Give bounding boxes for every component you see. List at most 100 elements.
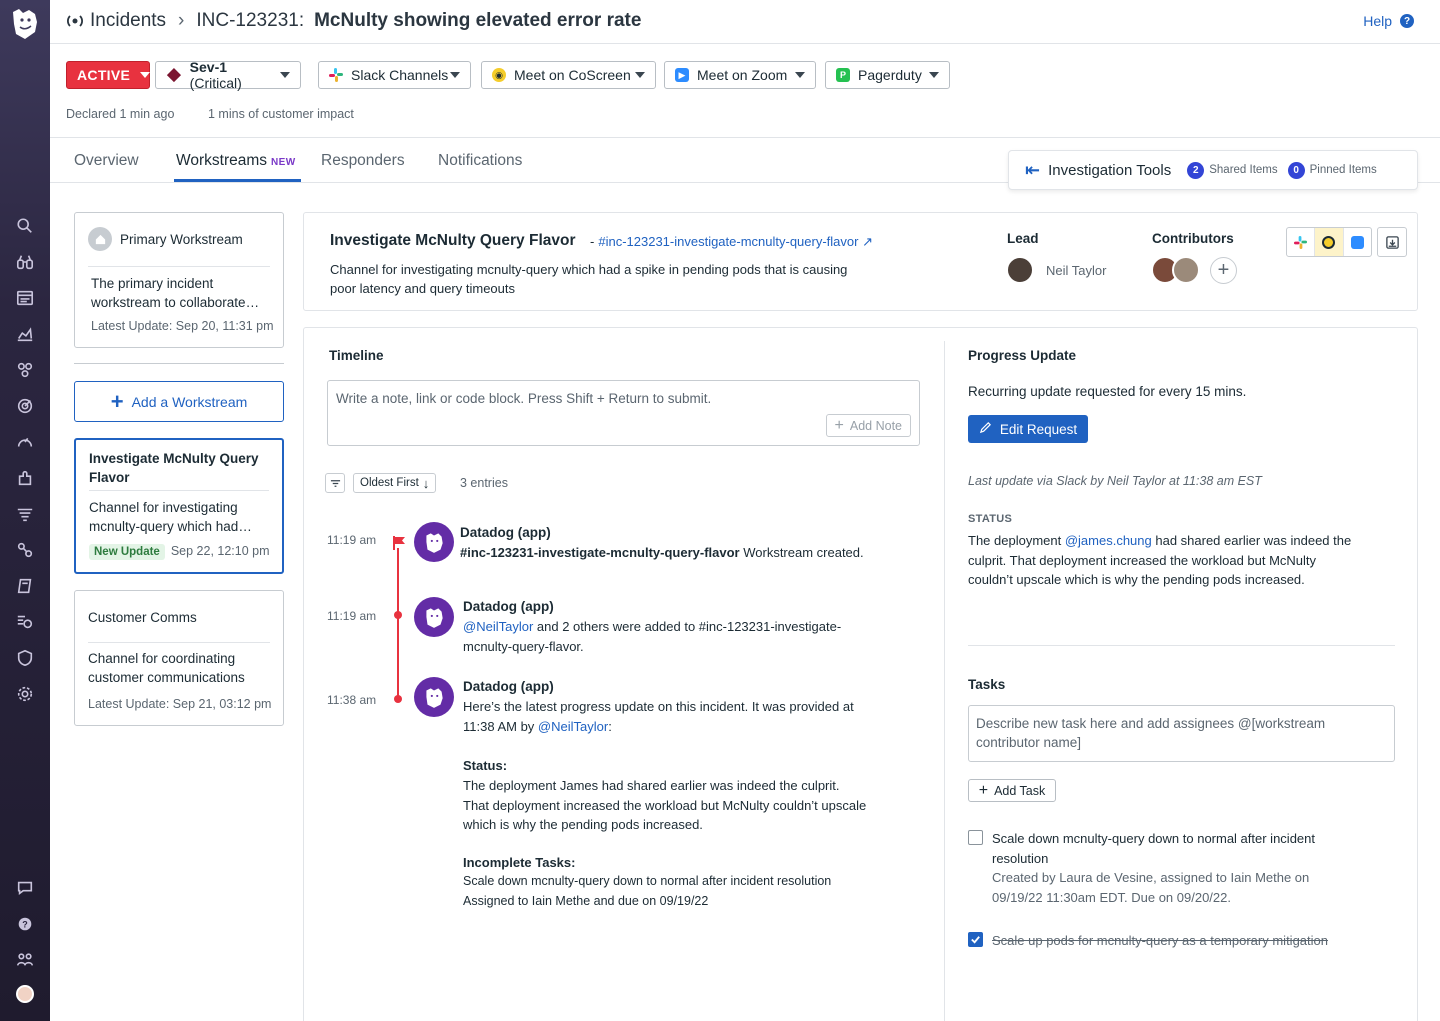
tab-notifications[interactable]: Notifications [438,152,522,170]
add-task-button[interactable]: + Add Task [968,779,1056,802]
task-checkbox[interactable] [968,830,983,845]
page-header: Incidents › INC-123231: McNulty showing … [50,0,1440,44]
logs-icon[interactable] [15,504,35,524]
workstream-detail-title: Investigate McNulty Query Flavor [330,232,576,249]
lead-avatar[interactable] [1006,256,1034,284]
pinned-items-label[interactable]: Pinned Items [1310,164,1377,176]
task-checkbox-checked[interactable] [968,932,983,947]
pencil-icon [979,421,992,437]
task-input[interactable]: Describe new task here and add assignees… [968,705,1395,762]
user-avatar[interactable] [16,985,34,1003]
arrow-down-icon: ↓ [422,475,430,491]
workstream-card-selected[interactable]: Investigate McNulty Query Flavor Channel… [74,438,284,574]
apm-icon[interactable] [15,432,35,452]
tab-workstreams-label: Workstreams [176,152,268,169]
datadog-logo-icon[interactable] [9,6,41,42]
sort-label: Oldest First [360,477,419,489]
slack-channel-link[interactable]: - #inc-123231-investigate-mcnulty-query-f… [590,234,873,250]
coscreen-icon: ◉ [492,68,506,82]
severity-diamond-icon [166,68,181,82]
breadcrumb: Incidents › INC-123231: McNulty showing … [66,10,641,32]
add-note-button[interactable]: + Add Note [825,414,911,437]
workstream-card-primary[interactable]: Primary Workstream The primary incident … [74,212,284,348]
user-mention[interactable]: @james.chung [1065,533,1152,548]
network-icon[interactable] [15,540,35,560]
sort-dropdown[interactable]: Oldest First ↓ [353,473,437,493]
coscreen-label: Meet on CoScreen [514,67,631,83]
collapse-arrow-icon[interactable]: ⇤ [1025,160,1040,181]
slack-icon[interactable] [1287,228,1316,256]
severity-dropdown[interactable]: Sev-1 (Critical) [155,59,301,91]
status-label: ACTIVE [77,67,131,83]
settings-icon[interactable] [15,684,35,704]
help-icon[interactable]: ? [15,914,35,934]
workstream-detail-desc: Channel for investigating mcnulty-query … [330,262,848,296]
search-icon[interactable] [15,216,35,236]
chat-icon[interactable] [15,878,35,898]
note-input[interactable]: Write a note, link or code block. Press … [327,380,920,446]
workstream-title: Investigate McNulty Query Flavor [89,451,259,485]
datadog-avatar-icon [414,677,454,717]
monitors-icon[interactable] [15,396,35,416]
investigation-tools-panel[interactable]: ⇤ Investigation Tools 2 Shared Items 0 P… [1008,150,1418,190]
event-time: 11:19 am [327,533,377,547]
tab-responders[interactable]: Responders [321,152,405,170]
security-icon[interactable] [15,648,35,668]
event-time: 11:19 am [327,609,377,623]
tab-overview[interactable]: Overview [74,152,139,170]
status-dropdown[interactable]: ACTIVE [66,61,151,89]
team-icon[interactable] [15,950,35,970]
metrics-icon[interactable] [15,324,35,344]
help-link[interactable]: Help ? [1363,13,1414,29]
event-body: @NeilTaylor and 2 others were added to #… [463,617,873,656]
zoom-icon[interactable] [1344,228,1371,256]
plugins-icon[interactable] [15,468,35,488]
shared-items-label[interactable]: Shared Items [1209,164,1277,176]
divider [88,266,270,267]
workstream-update: Latest Update: Sep 21, 03:12 pm [88,697,272,711]
add-workstream-label: Add a Workstream [131,393,248,410]
filter-icon[interactable] [325,473,345,493]
new-update-badge: New Update [89,544,165,560]
user-mention[interactable]: @NeilTaylor [463,619,533,634]
zoom-dropdown[interactable]: ▶ Meet on Zoom [664,61,816,89]
caret-down-icon [140,72,151,78]
event-channel: #inc-123231-investigate-mcnulty-query-fl… [460,545,740,560]
add-contributor-button[interactable]: + [1210,257,1237,284]
contributor-avatar[interactable] [1172,256,1200,284]
caret-down-icon [929,72,939,78]
divider [89,490,269,491]
left-nav: ? [0,0,50,1021]
new-badge: NEW [271,157,296,168]
tab-workstreams[interactable]: Workstreams NEW [176,152,296,170]
event-status-label: Status: [463,758,508,773]
coscreen-icon[interactable] [1315,228,1344,256]
notebooks-icon[interactable] [15,576,35,596]
binoculars-icon[interactable] [15,252,35,272]
slack-channels-dropdown[interactable]: Slack Channels [318,61,471,89]
last-update-text: Last update via Slack by Neil Taylor at … [968,474,1262,488]
caret-down-icon [795,72,805,78]
user-mention[interactable]: @NeilTaylor [538,719,608,734]
synthetics-icon[interactable] [15,612,35,632]
workstream-card-comms[interactable]: Customer Comms Channel for coordinating … [74,590,284,726]
incident-app: ? Incidents › INC-123231: McNulty showin… [0,0,1440,1021]
add-note-label: Add Note [849,418,902,433]
timeline-dot [394,695,402,703]
dashboards-icon[interactable] [15,288,35,308]
breadcrumb-incidents-link[interactable]: Incidents [90,10,166,32]
edit-request-button[interactable]: Edit Request [968,415,1088,443]
zoom-label: Meet on Zoom [697,67,788,83]
archive-icon[interactable] [1377,227,1407,257]
add-workstream-button[interactable]: + Add a Workstream [74,381,284,422]
pagerduty-dropdown[interactable]: P Pagerduty [825,61,950,89]
workstream-title: Customer Comms [88,610,197,625]
external-link-icon: ↗ [862,234,873,249]
svg-text:?: ? [22,920,28,930]
status-label: STATUS [968,513,1013,525]
timeline-dot [394,611,402,619]
divider [968,645,1395,646]
task-title-completed: Scale up pods for mcnulty-query as a tem… [992,933,1328,948]
integrations-icon[interactable] [15,360,35,380]
coscreen-dropdown[interactable]: ◉ Meet on CoScreen [481,61,656,89]
